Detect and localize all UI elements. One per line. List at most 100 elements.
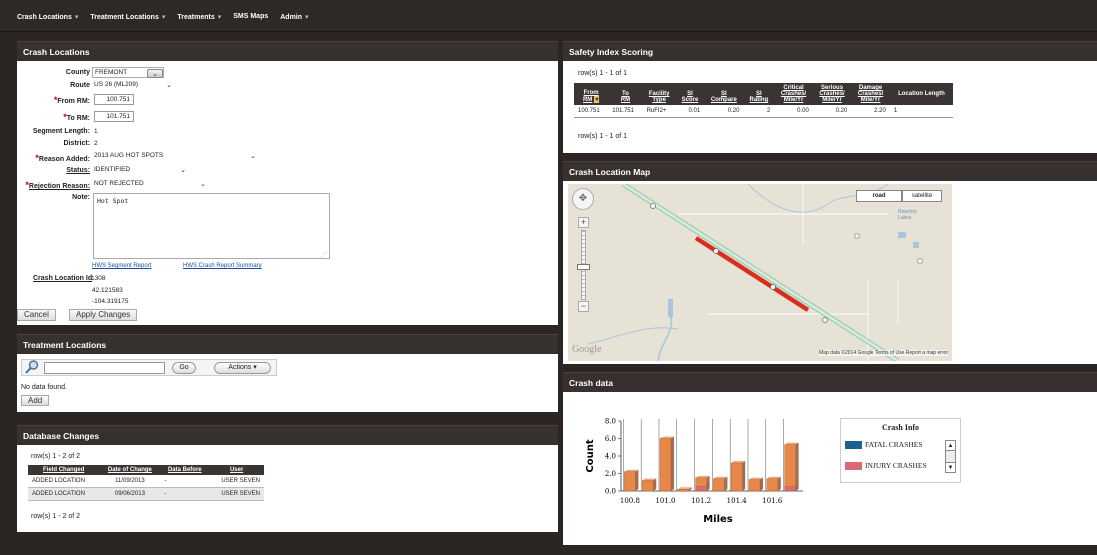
bar-side — [760, 477, 764, 491]
panel-title: Database Changes — [17, 425, 558, 445]
search-icon[interactable] — [24, 359, 40, 377]
table-cell: 09/06/2013 — [114, 491, 145, 497]
column-header[interactable]: To RM — [608, 83, 643, 105]
cancel-button[interactable]: Cancel — [17, 309, 56, 321]
map-type-satellite-button[interactable]: satellite — [902, 190, 942, 202]
legend-swatch — [845, 462, 862, 471]
add-button[interactable]: Add — [21, 395, 50, 406]
row-count-bottom: row(s) 1 - 2 of 2 — [31, 513, 81, 520]
scroll-up-icon[interactable]: ▲ — [946, 441, 955, 451]
resize-handle-icon[interactable]: ⋰ — [321, 251, 327, 258]
legend-label: INJURY CRASHES — [865, 461, 927, 470]
panel-title: Safety Index Scoring — [563, 41, 1097, 61]
map-attribution[interactable]: Map data ©2014 Google Terms of Use Repor… — [819, 350, 948, 356]
legend-scrollbar[interactable]: ▲ ▼ — [945, 440, 956, 473]
table-cell: 11/09/2013 — [115, 478, 145, 484]
map-type-road-button[interactable]: road — [856, 190, 902, 202]
zoom-in-icon[interactable]: + — [578, 217, 589, 228]
bar — [713, 478, 725, 492]
crash-location-id-value: 1308 — [91, 275, 106, 282]
table-cell: 0.01 — [688, 108, 701, 114]
column-header[interactable]: Location Length — [889, 83, 953, 105]
table-cell: - — [164, 491, 167, 497]
column-header[interactable]: Field Changed — [28, 465, 100, 475]
segment-length-label: Segment Length: — [32, 128, 90, 135]
to-rm-input[interactable]: 101.751 — [94, 111, 134, 122]
column-header[interactable]: Serious Crashes/Mile/Yr — [812, 83, 852, 105]
table-cell: USER SEVEN — [221, 478, 260, 484]
chevron-down-icon: ▾ — [74, 14, 79, 21]
actions-menu-button[interactable]: Actions ▾ — [214, 362, 271, 374]
nav-item-treatments[interactable]: Treatments ▾ — [177, 13, 221, 21]
chevron-down-icon[interactable]: ⌄ — [166, 81, 172, 90]
table-cell: 0.00 — [797, 108, 809, 114]
column-header[interactable]: SI Score — [675, 83, 705, 105]
nav-item-treatment-locations[interactable]: Treatment Locations ▾ — [90, 13, 165, 21]
note-label: Note: — [72, 194, 90, 201]
nav-item-sms-maps[interactable]: SMS Maps — [233, 13, 268, 21]
column-header[interactable]: Facility Type — [642, 83, 676, 105]
chevron-down-icon[interactable]: ⌄ — [147, 69, 163, 78]
latitude-value: 42.121583 — [92, 287, 123, 294]
note-textarea[interactable]: Hot Spot ⋰ — [93, 193, 330, 259]
county-select[interactable]: FREMONT ⌄ — [92, 67, 164, 78]
chevron-down-icon[interactable]: ⌄ — [250, 152, 256, 161]
nav-item-crash-locations[interactable]: Crash Locations ▾ — [17, 13, 78, 21]
route-select[interactable]: US 26 (ML209) ⌄ — [92, 80, 172, 91]
search-input[interactable] — [44, 362, 165, 374]
crash-data-panel: Crash data 0.0 2.0 4.0 6.0 8.0 100.8 101.0 101.… — [563, 372, 1097, 545]
sort-desc-icon[interactable]: ▾ — [594, 96, 600, 103]
column-header[interactable]: Date of Change — [99, 465, 161, 475]
bar — [659, 438, 672, 492]
go-button[interactable]: Go — [172, 362, 196, 374]
chevron-down-icon[interactable]: ⌄ — [180, 166, 186, 175]
county-label: County — [65, 69, 90, 76]
y-tick-label: 0.0 — [605, 488, 616, 496]
nav-item-admin[interactable]: Admin ▾ — [280, 13, 308, 21]
y-tick-label: 6.0 — [605, 435, 616, 443]
apply-changes-button[interactable]: Apply Changes — [69, 309, 138, 321]
status-select[interactable]: IDENTIFIED ⌄ — [92, 165, 186, 176]
column-header[interactable]: SI Rating — [743, 83, 775, 105]
bar — [624, 471, 636, 492]
scroll-down-icon[interactable]: ▼ — [946, 462, 955, 472]
map-pan-control-icon[interactable]: ✥ — [572, 188, 594, 210]
hws-segment-report-link[interactable]: HWS Segment Report — [92, 263, 151, 269]
rejection-reason-select[interactable]: NOT REJECTED ⌄ — [92, 179, 206, 190]
no-data-message: No data found. — [21, 384, 67, 391]
reason-added-select[interactable]: 2013 AUG HOT SPOTS ⌄ — [92, 151, 256, 162]
column-header[interactable]: SI Compare — [704, 83, 744, 105]
column-header[interactable]: Data Before — [160, 465, 210, 475]
segment-length-value: 1 — [94, 128, 98, 135]
bar-side — [777, 476, 781, 491]
column-header[interactable]: Damage Crashes/Mile/Yr — [851, 83, 890, 105]
bar — [730, 462, 743, 492]
x-tick-label: 101.2 — [691, 497, 711, 505]
table-cell: USER SEVEN — [221, 491, 260, 497]
table-cell: 0.20 — [835, 108, 848, 114]
status-label: Status: — [66, 167, 90, 174]
y-tick-label: 2.0 — [605, 470, 616, 478]
from-rm-input[interactable]: 100.751 — [94, 94, 134, 105]
map-canvas[interactable]: ✥ + − road satellite Riverton Lakes Goog… — [568, 184, 952, 361]
y-tick-label: 4.0 — [605, 453, 616, 461]
table-row: ADDED LOCATION 11/09/2013 - USER SEVEN — [28, 475, 264, 488]
database-changes-table: Field Changed Date of Change Data Before Us… — [28, 465, 264, 501]
zoom-slider-handle[interactable] — [577, 264, 590, 270]
legend-item[interactable]: INJURY CRASHES — [845, 461, 927, 471]
y-tick-label: 8.0 — [605, 418, 616, 426]
column-header[interactable]: Critical Crashes/Mile/Yr — [774, 83, 813, 105]
main-menu: Crash Locations ▾ Treatment Locations ▾ Trea… — [17, 13, 309, 21]
legend-item[interactable]: FATAL CRASHES — [845, 440, 923, 450]
zoom-out-icon[interactable]: − — [578, 301, 589, 312]
hws-crash-report-summary-link[interactable]: HWS Crash Report Summary — [183, 263, 262, 269]
bar — [784, 444, 796, 487]
column-header[interactable]: From RM ▾ — [574, 83, 609, 105]
column-header[interactable]: User — [209, 465, 264, 475]
bar — [748, 479, 761, 492]
panel-title: Crash Locations — [17, 41, 558, 61]
chevron-down-icon[interactable]: ⌄ — [200, 180, 206, 189]
bar — [695, 477, 707, 487]
map-place-label: Riverton Lakes — [898, 209, 917, 221]
route-label: Route — [70, 82, 90, 89]
